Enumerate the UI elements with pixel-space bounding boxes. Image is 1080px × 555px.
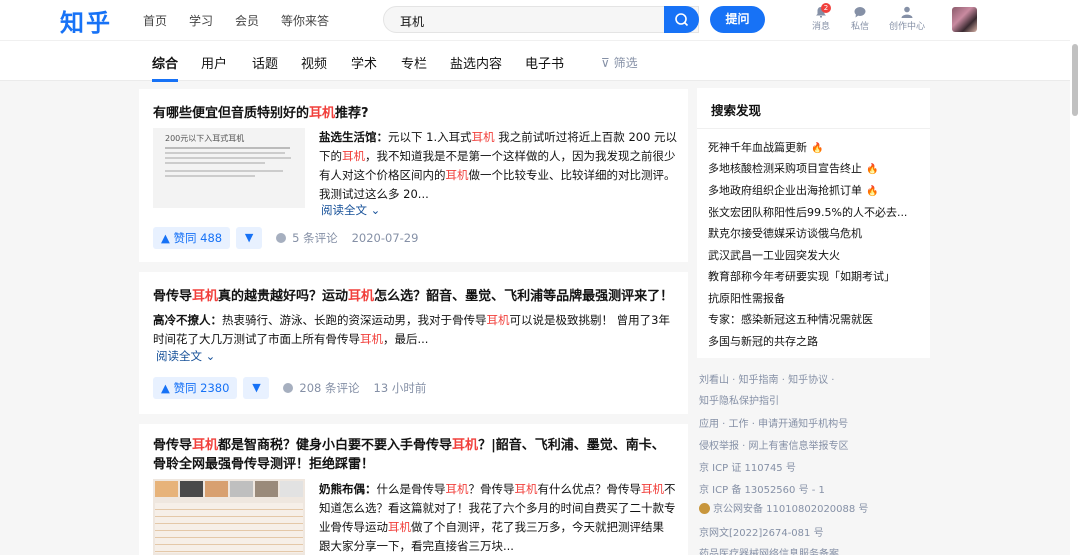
upvote-button[interactable]: ▲ 赞同 488 [153, 227, 231, 249]
trending-item[interactable]: 多国与新冠的共存之路 [708, 333, 818, 349]
notification-count-badge: 2 [821, 3, 831, 13]
tab-academic[interactable]: 学术 [351, 53, 377, 72]
comments-link[interactable]: 5 条评论 [276, 230, 338, 246]
result-title[interactable]: 有哪些便宜但音质特别好的耳机推荐? [153, 104, 369, 123]
tab-ebooks[interactable]: 电子书 [525, 53, 564, 72]
messages-label: 私信 [851, 22, 870, 32]
main-nav: 首页 学习 会员 等你来答 [143, 12, 329, 29]
scrollbar-thumb[interactable] [1072, 44, 1078, 116]
search-result-card[interactable]: 骨传导耳机都是智商税？健身小白要不要入手骨传导耳机？|韶音、飞利浦、墨觉、南卡、… [139, 424, 688, 555]
nav-learn[interactable]: 学习 [189, 12, 213, 29]
zhihu-logo[interactable]: 知乎 [60, 3, 112, 38]
nav-home[interactable]: 首页 [143, 12, 167, 29]
funnel-icon: ⊽ [601, 56, 610, 70]
search-type-tabs: 综合 用户 话题 视频 学术 专栏 盐选内容 电子书 ⊽ 筛选 [0, 40, 1080, 82]
trending-item[interactable]: 多地核酸检测采购项目宣告终止 🔥 [708, 160, 878, 176]
chat-bubble-icon [854, 7, 866, 18]
medical-record[interactable]: 药品医疗器械网络信息服务备案 [699, 545, 839, 555]
top-bar: 知乎 首页 学习 会员 等你来答 耳机 提问 2 消息 私信 创作中心 [0, 0, 1080, 40]
messages-button[interactable]: 私信 [851, 6, 869, 32]
nav-waiting-answers[interactable]: 等你来答 [281, 12, 329, 29]
trending-item[interactable]: 张文宏团队称阳性后99.5%的人不必去... [708, 204, 907, 220]
tab-columns[interactable]: 专栏 [401, 53, 427, 72]
read-more-link[interactable]: 阅读全文 ⌄ [321, 202, 380, 218]
filter-label: 筛选 [613, 56, 638, 70]
result-title[interactable]: 骨传导耳机都是智商税？健身小白要不要入手骨传导耳机？|韶音、飞利浦、墨觉、南卡、… [153, 436, 673, 474]
icp-license[interactable]: 京 ICP 证 110745 号 [699, 459, 796, 474]
footer-links[interactable]: 刘看山 · 知乎指南 · 知乎协议 · [699, 371, 834, 386]
notifications-button[interactable]: 2 消息 [812, 3, 831, 32]
result-excerpt[interactable]: 奶熊布偶：什么是骨传导耳机？骨传导耳机有什么优点？骨传导耳机不 知道怎么选？看这… [319, 480, 679, 555]
comment-icon [276, 233, 287, 243]
trending-item[interactable]: 专家：感染新冠这五种情况需就医 [708, 311, 873, 327]
panel-divider [697, 128, 930, 129]
search-query[interactable]: 耳机 [400, 13, 424, 30]
culture-license[interactable]: 京网文[2022]2674-081 号 [699, 524, 824, 539]
fire-icon: 🔥 [866, 186, 879, 197]
ask-question-button[interactable]: 提问 [710, 6, 765, 33]
search-discovery-title: 搜索发现 [711, 103, 762, 118]
post-time: 13 小时前 [373, 381, 427, 395]
active-tab-indicator [152, 79, 178, 82]
tab-users[interactable]: 用户 [201, 53, 227, 72]
search-discovery-panel: 搜索发现 死神千年血战篇更新 🔥 多地核酸检测采购项目宣告终止 🔥 多地政府组织企业… [697, 88, 930, 358]
result-title[interactable]: 骨传导耳机真的越贵越好吗？运动耳机怎么选？韶音、墨觉、飞利浦等品牌最强测评来了！ [153, 287, 673, 306]
post-time: 2020-07-29 [351, 231, 419, 245]
result-thumbnail[interactable]: 200元以下入耳式耳机 [153, 128, 305, 208]
result-excerpt[interactable]: 高冷不撩人：热衷骑行、游泳、长跑的资深运动男，我对于骨传导耳机可以说是极致挑剔！… [153, 311, 683, 349]
search-icon [675, 13, 689, 27]
trending-item[interactable]: 多地政府组织企业出海抢抓订单 🔥 [708, 182, 878, 198]
downvote-button[interactable]: ▼ [243, 377, 270, 399]
trending-item[interactable]: 武汉武昌一工业园突发大火 [708, 247, 840, 263]
tab-salt-content[interactable]: 盐选内容 [450, 53, 502, 72]
result-excerpt[interactable]: 盐选生活馆：元以下 1.入耳式耳机 我之前试听过将近上百款 200 元以 下的耳… [319, 128, 679, 204]
result-thumbnail[interactable] [153, 479, 305, 555]
person-icon [901, 6, 913, 18]
trending-item[interactable]: 抗原阳性需报备 [708, 290, 785, 306]
read-more-link[interactable]: 阅读全文 ⌄ [156, 348, 215, 364]
fire-icon: 🔥 [866, 164, 879, 175]
search-button[interactable] [664, 6, 699, 33]
page-scrollbar[interactable] [1070, 40, 1080, 555]
creator-center-button[interactable]: 创作中心 [889, 6, 925, 32]
thumbnail-caption: 200元以下入耳式耳机 [165, 134, 245, 143]
result-actions: ▲ 赞同 2380 ▼ 208 条评论 13 小时前 [153, 377, 426, 399]
result-actions: ▲ 赞同 488 ▼ 5 条评论 2020-07-29 [153, 227, 418, 249]
search-result-card[interactable]: 有哪些便宜但音质特别好的耳机推荐? 200元以下入耳式耳机 盐选生活馆：元以下 … [139, 89, 688, 262]
police-record[interactable]: 京公网安备 11010802020088 号 [699, 500, 868, 515]
filter-button[interactable]: ⊽ 筛选 [601, 54, 638, 71]
tab-all[interactable]: 综合 [152, 53, 178, 72]
upvote-button[interactable]: ▲ 赞同 2380 [153, 377, 238, 399]
comment-icon [283, 383, 294, 393]
icp-record[interactable]: 京 ICP 备 13052560 号 - 1 [699, 481, 825, 496]
search-input[interactable]: 耳机 [383, 6, 699, 33]
tab-topics[interactable]: 话题 [252, 53, 278, 72]
police-badge-icon [699, 503, 710, 514]
privacy-link[interactable]: 知乎隐私保护指引 [699, 392, 779, 407]
tab-videos[interactable]: 视频 [301, 53, 327, 72]
fire-icon: 🔥 [811, 143, 824, 154]
nav-vip[interactable]: 会员 [235, 12, 259, 29]
notifications-label: 消息 [812, 22, 831, 32]
report-links[interactable]: 侵权举报 · 网上有害信息举报专区 [699, 437, 849, 452]
trending-item[interactable]: 教育部称今年考研要实现「如期考试」 [708, 268, 895, 284]
downvote-button[interactable]: ▼ [236, 227, 263, 249]
creator-center-label: 创作中心 [889, 22, 926, 32]
trending-item[interactable]: 默克尔接受德媒采访谈俄乌危机 [708, 225, 862, 241]
search-result-card[interactable]: 骨传导耳机真的越贵越好吗？运动耳机怎么选？韶音、墨觉、飞利浦等品牌最强测评来了！… [139, 272, 688, 414]
trending-item[interactable]: 死神千年血战篇更新 🔥 [708, 139, 823, 155]
user-avatar[interactable] [952, 7, 977, 32]
footer-links[interactable]: 应用 · 工作 · 申请开通知乎机构号 [699, 415, 848, 430]
comments-link[interactable]: 208 条评论 [283, 380, 360, 396]
